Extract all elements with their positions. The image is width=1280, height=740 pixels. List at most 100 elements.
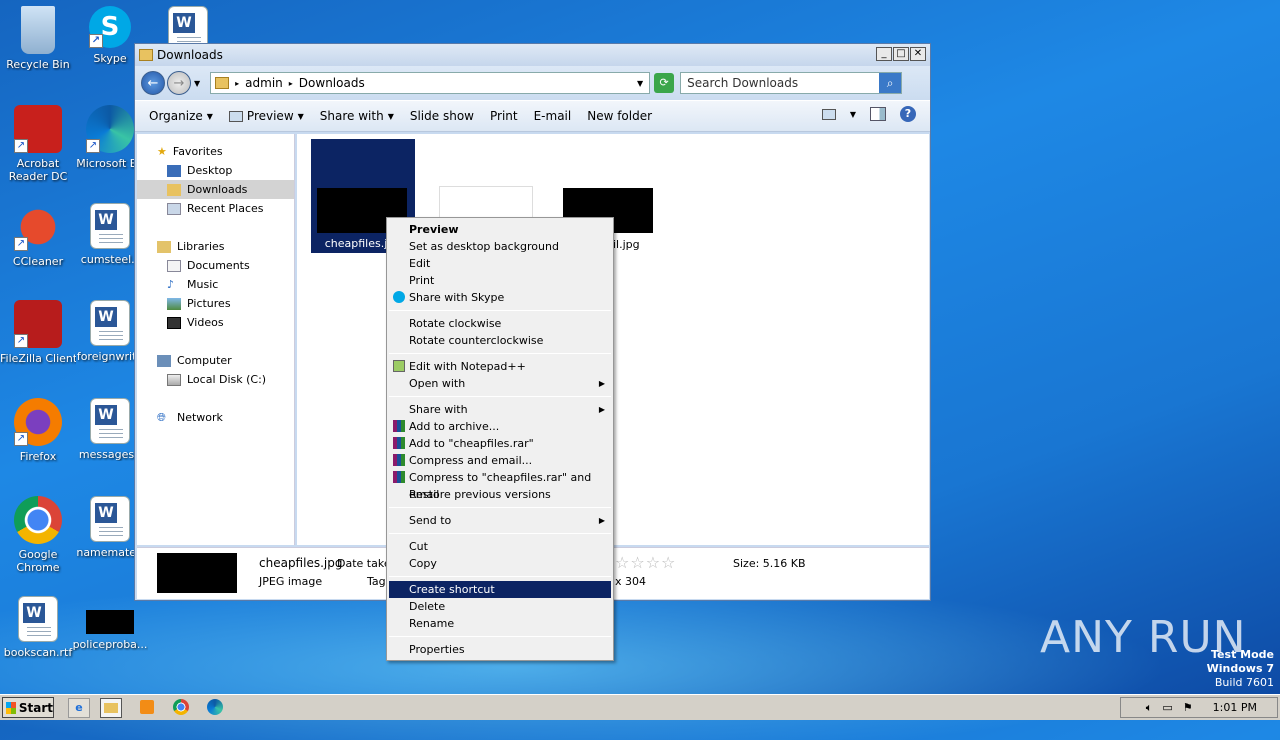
volume-icon[interactable]: 🔈︎ xyxy=(1146,701,1153,715)
menu-item-edit[interactable]: Edit xyxy=(389,255,611,272)
close-button[interactable]: ✕ xyxy=(910,47,926,61)
nav-local-disk[interactable]: Local Disk (C:) xyxy=(137,370,294,389)
desktop-icon-policeproba[interactable]: policeproba... xyxy=(72,610,148,651)
menu-item-set-desktop-background[interactable]: Set as desktop background xyxy=(389,238,611,255)
nav-network[interactable]: 🌐︎ Network xyxy=(137,408,294,427)
edge-taskbar-icon[interactable] xyxy=(204,698,226,718)
test-mode-notice: Test Mode Windows 7 Build 7601 xyxy=(1206,648,1274,689)
menu-item-rotate-counterclockwise[interactable]: Rotate counterclockwise xyxy=(389,332,611,349)
desktop-icon-ccleaner[interactable]: ↗ CCleaner xyxy=(0,203,76,268)
minimize-button[interactable]: _ xyxy=(876,47,892,61)
filezilla-icon: ↗ xyxy=(14,300,62,348)
flag-icon[interactable]: ⚑ xyxy=(1183,701,1193,714)
address-input[interactable]: ▸ admin ▸ Downloads ▼ xyxy=(210,72,651,94)
chrome-taskbar-icon[interactable] xyxy=(170,698,192,718)
menu-item-share-with[interactable]: Share with ▶ xyxy=(389,401,611,418)
nav-documents[interactable]: Documents xyxy=(137,256,294,275)
menu-separator xyxy=(389,533,611,534)
folder-icon xyxy=(139,49,153,61)
share-with-button[interactable]: Share with ▼ xyxy=(320,109,394,123)
address-bar: ← → ▼ ▸ admin ▸ Downloads ▼ ⟳ Search Dow… xyxy=(135,66,930,100)
word-document-icon xyxy=(90,496,130,542)
explorer-taskbar-icon[interactable] xyxy=(100,698,122,718)
menu-item-print[interactable]: Print xyxy=(389,272,611,289)
winrar-icon xyxy=(393,471,405,483)
recent-places-icon xyxy=(167,202,181,215)
clock[interactable]: 1:01 PM xyxy=(1213,701,1257,714)
recent-pages-chevron-icon[interactable]: ▼ xyxy=(194,79,200,88)
caret-down-icon: ▼ xyxy=(206,111,213,121)
desktop-icon-filezilla[interactable]: ↗ FileZilla Client xyxy=(0,300,76,365)
videos-icon xyxy=(167,316,181,329)
start-button[interactable]: Start xyxy=(2,697,54,718)
print-button[interactable]: Print xyxy=(490,109,518,123)
change-view-icon[interactable] xyxy=(821,108,836,120)
maximize-button[interactable]: □ xyxy=(893,47,909,61)
new-folder-button[interactable]: New folder xyxy=(587,109,652,123)
nav-computer[interactable]: Computer xyxy=(137,351,294,370)
preview-button[interactable]: Preview ▼ xyxy=(228,109,304,123)
desktop-icon-acrobat[interactable]: ↗ Acrobat Reader DC xyxy=(0,105,76,183)
menu-item-send-to[interactable]: Send to ▶ xyxy=(389,512,611,529)
star-icon: ★ xyxy=(157,145,167,158)
nav-videos[interactable]: Videos xyxy=(137,313,294,332)
menu-item-share-with-skype[interactable]: Share with Skype xyxy=(389,289,611,306)
windows-logo-icon xyxy=(6,701,16,714)
menu-item-rotate-clockwise[interactable]: Rotate clockwise xyxy=(389,315,611,332)
desktop-icon-bookscan[interactable]: bookscan.rtf xyxy=(0,596,76,659)
menu-item-compress-to-rar-and-email[interactable]: Compress to "cheapfiles.rar" and email xyxy=(389,469,611,501)
nav-music[interactable]: ♪ Music xyxy=(137,275,294,294)
email-button[interactable]: E-mail xyxy=(534,109,572,123)
menu-item-rename[interactable]: Rename xyxy=(389,615,611,632)
nav-favorites[interactable]: ★ Favorites xyxy=(137,142,294,161)
submenu-arrow-icon: ▶ xyxy=(598,379,605,388)
skype-icon: S ↗ xyxy=(89,6,131,48)
rating-stars[interactable]: ☆☆☆☆ xyxy=(615,553,676,572)
desktop-icon-firefox[interactable]: ↗ Firefox xyxy=(0,398,76,463)
ie-taskbar-icon[interactable]: e xyxy=(68,698,90,718)
breadcrumb-admin[interactable]: admin xyxy=(245,76,283,90)
network-tray-icon[interactable]: ▭ xyxy=(1162,701,1172,714)
preview-pane-icon[interactable] xyxy=(870,107,886,121)
word-document-icon xyxy=(18,596,58,642)
menu-item-add-to-rar[interactable]: Add to "cheapfiles.rar" xyxy=(389,435,611,452)
nav-pictures[interactable]: Pictures xyxy=(137,294,294,313)
menu-item-restore-previous-versions[interactable]: Restore previous versions xyxy=(389,486,611,503)
help-icon[interactable]: ? xyxy=(900,106,916,122)
slide-show-button[interactable]: Slide show xyxy=(410,109,474,123)
search-input[interactable]: Search Downloads ⌕ xyxy=(680,72,903,94)
menu-separator xyxy=(389,636,611,637)
breadcrumb-downloads[interactable]: Downloads xyxy=(299,76,365,90)
nav-desktop[interactable]: Desktop xyxy=(137,161,294,180)
refresh-button[interactable]: ⟳ xyxy=(654,73,675,93)
network-icon: 🌐︎ xyxy=(157,410,166,424)
back-button[interactable]: ← xyxy=(141,71,165,95)
forward-button[interactable]: → xyxy=(167,71,191,95)
title-bar[interactable]: Downloads _ □ ✕ xyxy=(135,44,930,66)
taskbar: Start e 🔈︎ ▭ ⚑ 1:01 PM xyxy=(0,694,1280,720)
nav-libraries[interactable]: Libraries xyxy=(137,237,294,256)
nav-downloads[interactable]: Downloads xyxy=(137,180,294,199)
window-title: Downloads xyxy=(157,48,223,62)
detail-size: Size: 5.16 KB xyxy=(733,557,806,570)
desktop-icon-chrome[interactable]: Google Chrome xyxy=(0,496,76,574)
menu-item-preview[interactable]: Preview xyxy=(389,221,611,238)
search-icon[interactable]: ⌕ xyxy=(879,73,902,93)
menu-item-compress-and-email[interactable]: Compress and email... xyxy=(389,452,611,469)
view-caret-icon[interactable]: ▼ xyxy=(850,110,856,119)
nav-recent-places[interactable]: Recent Places xyxy=(137,199,294,218)
media-player-taskbar-icon[interactable] xyxy=(136,698,158,718)
menu-item-create-shortcut[interactable]: Create shortcut xyxy=(389,581,611,598)
menu-item-copy[interactable]: Copy xyxy=(389,555,611,572)
organize-button[interactable]: Organize ▼ xyxy=(149,109,213,123)
folder-icon xyxy=(215,77,230,89)
menu-item-add-to-archive[interactable]: Add to archive... xyxy=(389,418,611,435)
menu-item-delete[interactable]: Delete xyxy=(389,598,611,615)
menu-item-properties[interactable]: Properties xyxy=(389,641,611,658)
downloads-folder-icon xyxy=(167,183,181,196)
desktop-icon-recycle-bin[interactable]: Recycle Bin xyxy=(0,6,76,71)
menu-item-cut[interactable]: Cut xyxy=(389,538,611,555)
address-dropdown-icon[interactable]: ▼ xyxy=(637,79,643,88)
menu-item-open-with[interactable]: Open with ▶ xyxy=(389,375,611,392)
menu-item-edit-notepadpp[interactable]: Edit with Notepad++ xyxy=(389,358,611,375)
